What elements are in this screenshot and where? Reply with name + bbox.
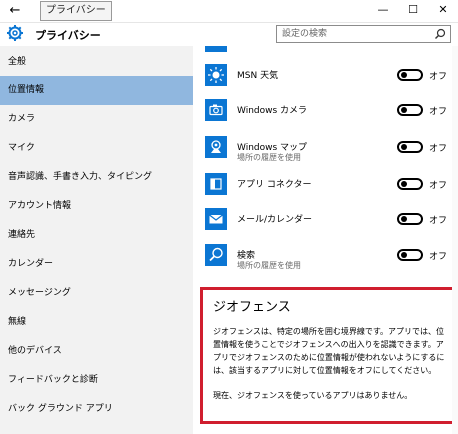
toggle-state-label: オフ (429, 181, 448, 191)
location-toggle[interactable] (397, 213, 423, 225)
app-subtitle: 場所の履歴を使用 (237, 153, 301, 162)
sidebar-item-contacts[interactable]: 連絡先 (0, 221, 193, 250)
app-row-mail-calendar: メール/カレンダー オフ (193, 204, 458, 240)
sidebar-item-microphone[interactable]: マイク (0, 134, 193, 163)
search-icon[interactable] (434, 28, 446, 40)
sun-icon (205, 64, 227, 86)
sidebar-item-calendar[interactable]: カレンダー (0, 250, 193, 279)
content-pane: MSN 天気 オフ Windows カメラ オフ Windows マップ 場所の… (193, 46, 458, 434)
app-subtitle: 場所の履歴を使用 (237, 261, 301, 270)
connector-icon (205, 173, 227, 195)
toggle-state-label: オフ (429, 216, 448, 226)
location-toggle[interactable] (397, 249, 423, 261)
toggle-state-label: オフ (429, 107, 448, 117)
sidebar-item-other-devices[interactable]: 他のデバイス (0, 337, 193, 366)
close-button[interactable]: ✕ (428, 0, 458, 20)
sidebar-item-background-apps[interactable]: バック グラウンド アプリ (0, 395, 193, 424)
sidebar-item-speech[interactable]: 音声認識、手書き入力、タイピング (0, 163, 193, 192)
app-row-windows-camera: Windows カメラ オフ (193, 95, 458, 131)
page-title: プライバシー (35, 29, 101, 42)
scrollbar[interactable] (452, 46, 458, 434)
window-tooltip: プライバシー (40, 1, 112, 21)
geofence-title: ジオフェンス (213, 300, 291, 315)
location-toggle[interactable] (397, 178, 423, 190)
toggle-state-label: オフ (429, 252, 448, 262)
sidebar-item-account-info[interactable]: アカウント情報 (0, 192, 193, 221)
camera-icon (205, 99, 227, 121)
location-toggle[interactable] (397, 104, 423, 116)
app-row-search: 検索 場所の履歴を使用 オフ (193, 240, 458, 276)
sidebar-item-radios[interactable]: 無線 (0, 308, 193, 337)
sidebar: 全般 位置情報 カメラ マイク 音声認識、手書き入力、タイピング アカウント情報… (0, 46, 193, 434)
partial-app-icon (205, 46, 227, 52)
location-toggle[interactable] (397, 141, 423, 153)
app-name: Windows カメラ (237, 106, 308, 116)
sidebar-item-location[interactable]: 位置情報 (0, 76, 193, 105)
search-box[interactable] (276, 25, 451, 43)
app-name: メール/カレンダー (237, 215, 313, 225)
app-row-app-connector: アプリ コネクター オフ (193, 169, 458, 205)
app-name: MSN 天気 (237, 71, 279, 81)
toggle-state-label: オフ (429, 144, 448, 154)
sidebar-item-general[interactable]: 全般 (0, 48, 193, 77)
gear-icon (7, 25, 23, 41)
maximize-button[interactable]: ☐ (398, 0, 428, 20)
app-row-msn-weather: MSN 天気 オフ (193, 60, 458, 96)
geofence-description: ジオフェンスは、特定の場所を囲む境界線です。アプリでは、位置情報を使うことでジオ… (213, 327, 445, 375)
search-icon (205, 244, 227, 266)
app-name: アプリ コネクター (237, 180, 312, 190)
search-input[interactable] (277, 26, 432, 42)
minimize-button[interactable]: — (368, 0, 398, 20)
mail-icon (205, 208, 227, 230)
sidebar-item-messaging[interactable]: メッセージング (0, 279, 193, 308)
back-arrow-icon[interactable]: ← (6, 2, 24, 20)
toggle-state-label: オフ (429, 72, 448, 82)
location-toggle[interactable] (397, 69, 423, 81)
title-bar: ← プライバシー — ☐ ✕ (0, 0, 458, 23)
geofence-status: 現在、ジオフェンスを使っているアプリはありません。 (213, 391, 413, 400)
maps-icon (205, 136, 227, 158)
sidebar-item-camera[interactable]: カメラ (0, 105, 193, 134)
sidebar-item-feedback[interactable]: フィードバックと診断 (0, 366, 193, 395)
app-row-windows-maps: Windows マップ 場所の履歴を使用 オフ (193, 132, 458, 168)
geofence-section: ジオフェンス ジオフェンスは、特定の場所を囲む境界線です。アプリでは、位置情報を… (200, 287, 455, 424)
